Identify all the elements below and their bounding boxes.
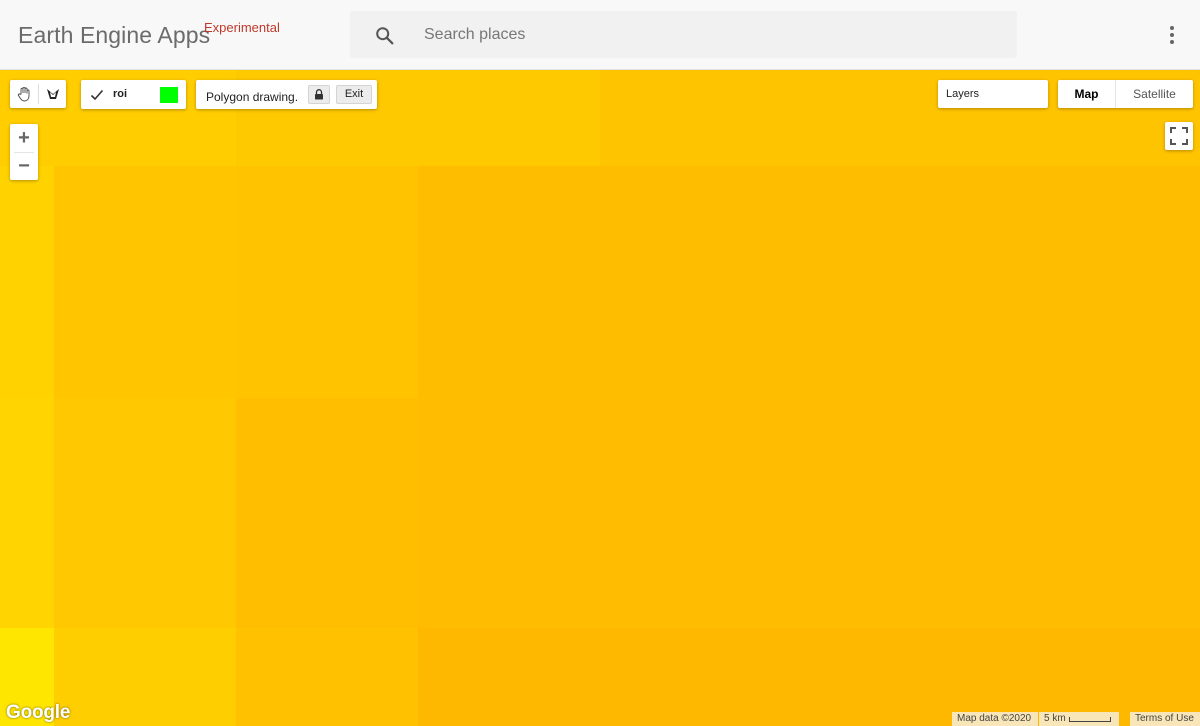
scale-label: 5 km [1044, 713, 1066, 724]
layer-name[interactable]: roi [113, 88, 127, 100]
experimental-tag: Experimental [204, 20, 280, 35]
map-tile [54, 628, 236, 726]
exit-button[interactable]: Exit [336, 85, 372, 104]
search-box[interactable] [350, 11, 1017, 58]
zoom-in-button[interactable]: + [10, 124, 38, 152]
more-vert-icon[interactable] [1162, 24, 1182, 46]
polygon-drawing-panel: Polygon drawing. Exit [196, 80, 377, 109]
drawing-tools [10, 80, 66, 108]
fullscreen-button[interactable] [1165, 122, 1193, 150]
layers-label: Layers [946, 88, 980, 100]
map-canvas[interactable]: roi Polygon drawing. Exit + − Layers Map… [0, 70, 1200, 726]
map-tile [54, 166, 236, 398]
search-input[interactable] [422, 11, 1002, 58]
lock-button[interactable] [308, 85, 330, 104]
layer-color-swatch[interactable] [160, 87, 178, 103]
map-tile [236, 628, 418, 726]
map-type-control: Map Satellite [1058, 80, 1193, 108]
map-type-map-button[interactable]: Map [1058, 80, 1115, 108]
scale-bar-line [1069, 717, 1111, 722]
layers-dropdown[interactable]: Layers [938, 80, 1048, 108]
map-tile [0, 398, 54, 628]
fullscreen-icon [1170, 127, 1188, 145]
map-tile [54, 398, 236, 628]
layer-panel: roi [81, 80, 186, 109]
map-tile [418, 398, 1200, 628]
pan-tool-button[interactable] [10, 80, 38, 108]
polygon-draw-icon [47, 89, 59, 99]
search-icon[interactable] [374, 25, 396, 47]
map-tile [0, 166, 54, 398]
google-logo[interactable]: Google [6, 702, 70, 724]
lock-icon [315, 89, 323, 100]
polygon-status-text: Polygon drawing. [206, 90, 299, 104]
zoom-out-button[interactable]: − [10, 152, 38, 180]
checkmark-icon[interactable] [90, 88, 104, 102]
map-data-attribution[interactable]: Map data ©2020 [952, 712, 1038, 726]
map-tile [236, 166, 418, 398]
map-type-satellite-button[interactable]: Satellite [1116, 80, 1193, 108]
map-tile [236, 398, 418, 628]
app-header: Earth Engine Apps Experimental [0, 0, 1200, 70]
app-title: Earth Engine Apps [18, 22, 211, 48]
zoom-control: + − [10, 124, 38, 180]
map-tile [418, 166, 1200, 398]
scale-bar[interactable]: 5 km [1039, 712, 1119, 726]
terms-of-use-link[interactable]: Terms of Use [1130, 712, 1200, 726]
hand-icon [17, 86, 30, 102]
polygon-tool-button[interactable] [39, 80, 67, 108]
